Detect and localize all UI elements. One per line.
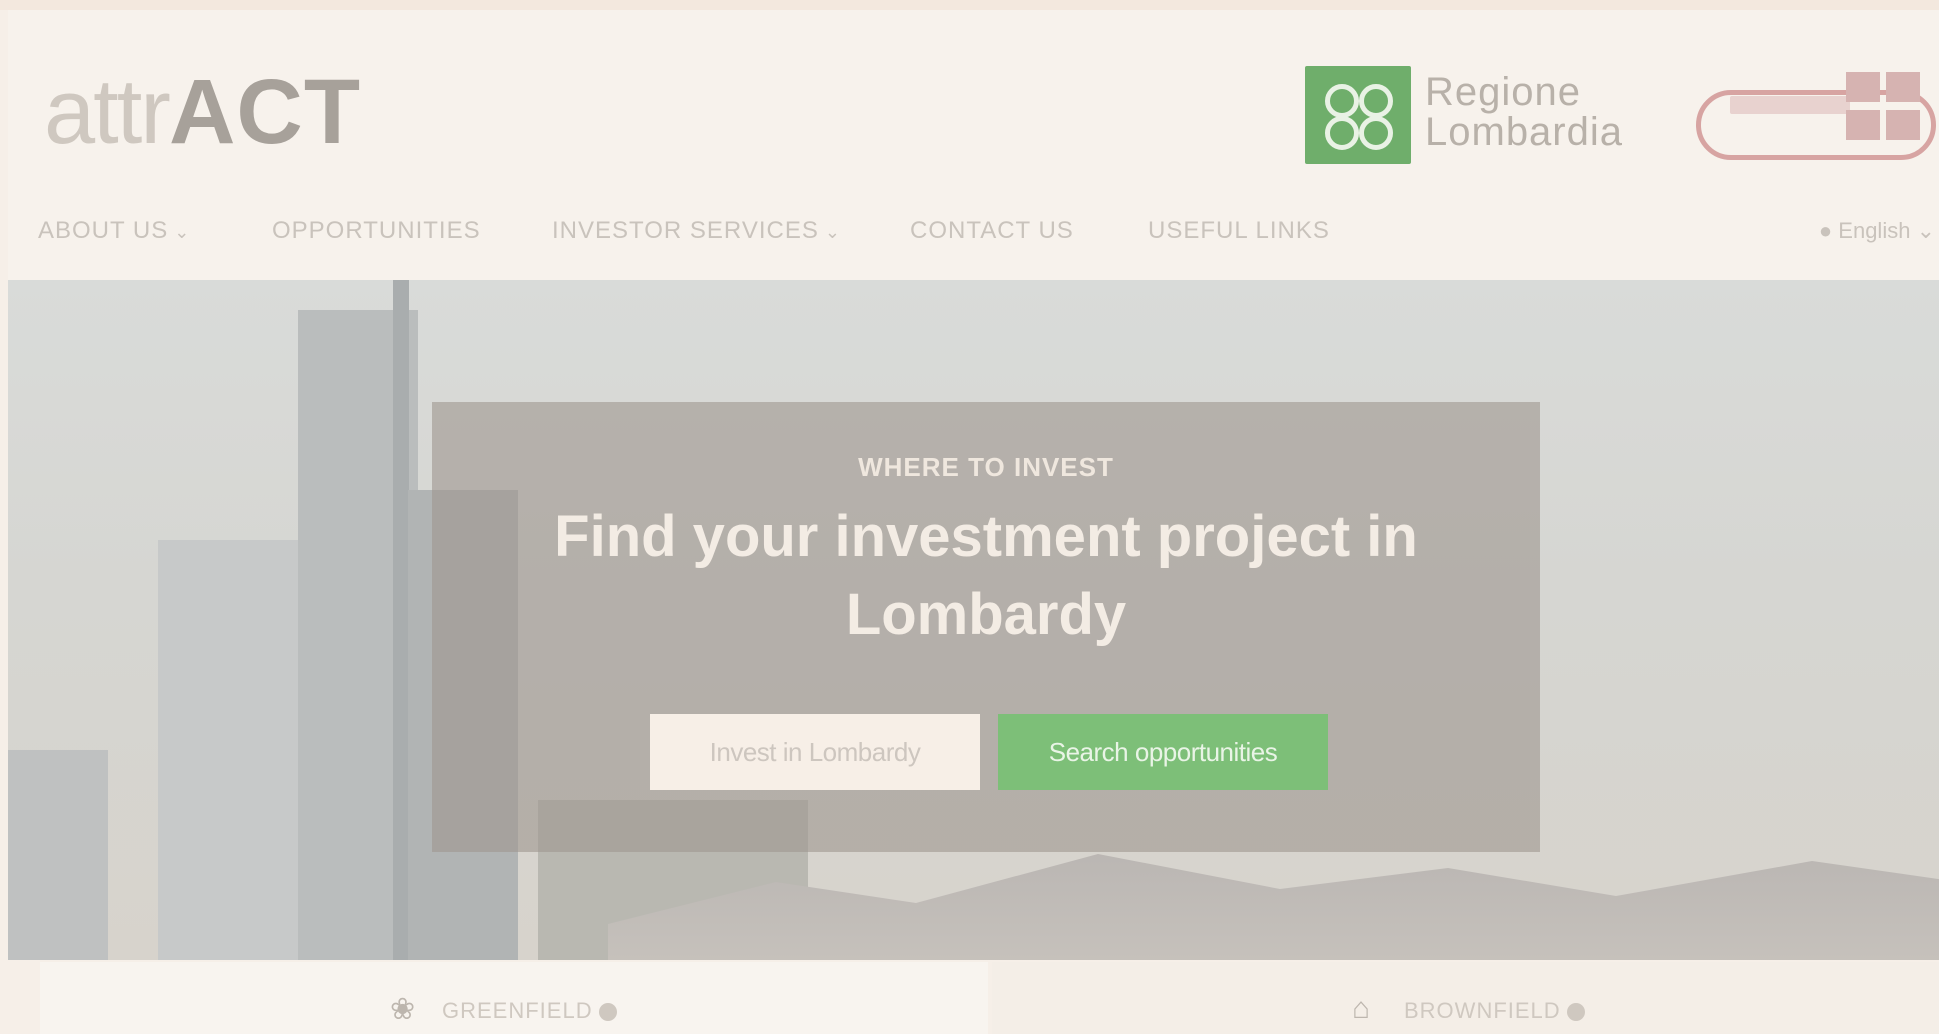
nav-label: USEFUL LINKS (1148, 217, 1330, 244)
top-strip (0, 0, 1939, 10)
language-label: English (1838, 218, 1911, 243)
brownfield-card[interactable]: ⌂ BROWNFIELD (992, 962, 1939, 1034)
chevron-down-icon: ⌄ (174, 222, 191, 242)
chevron-down-icon: ⌄ (1916, 218, 1935, 243)
info-icon[interactable] (598, 1003, 617, 1022)
globe-icon: ● (1818, 218, 1833, 243)
nav-label: INVESTOR SERVICES (552, 217, 819, 244)
nav-opportunities[interactable]: OPPORTUNITIES (272, 218, 481, 244)
logo-bold-text: ACT (168, 61, 362, 163)
logo-light-text: attr (44, 61, 171, 163)
nav-about-us[interactable]: ABOUT US ⌄ (38, 218, 190, 245)
leaf-icon: ❀ (390, 993, 416, 1026)
unioncamere-logo[interactable] (1696, 66, 1939, 160)
unioncamere-text-block (1730, 96, 1850, 114)
regione-lombardia-logo[interactable]: Regione Lombardia (1305, 66, 1657, 166)
hero-eyebrow: WHERE TO INVEST (858, 452, 1114, 482)
unioncamere-square (1886, 110, 1920, 140)
brownfield-label: BROWNFIELD (1404, 998, 1561, 1023)
unioncamere-square (1886, 72, 1920, 102)
nav-contact-us[interactable]: CONTACT US (910, 218, 1074, 244)
greenfield-label: GREENFIELD (442, 998, 593, 1023)
search-opportunities-button[interactable]: Search opportunities (998, 714, 1328, 790)
nav-investor-services[interactable]: INVESTOR SERVICES ⌄ (552, 218, 841, 245)
language-selector[interactable]: ● English ⌄ (1819, 218, 1935, 244)
nav-label: OPPORTUNITIES (272, 217, 481, 244)
nav-useful-links[interactable]: USEFUL LINKS (1148, 218, 1330, 244)
skyline-tower (8, 750, 108, 960)
regione-rose-icon (1305, 66, 1411, 164)
regione-lombardia-text: Regione Lombardia (1425, 70, 1624, 154)
hero-overlay-card: WHERE TO INVEST Find your investment pro… (432, 402, 1540, 852)
attract-logo[interactable]: attrACT (44, 62, 361, 162)
chevron-down-icon: ⌄ (824, 222, 841, 242)
invest-in-lombardy-button[interactable]: Invest in Lombardy (650, 714, 980, 790)
info-icon[interactable] (1566, 1003, 1585, 1022)
unioncamere-square (1846, 110, 1880, 140)
building-icon: ⌂ (1352, 992, 1371, 1025)
nav-label: ABOUT US (38, 217, 169, 244)
unioncamere-square (1846, 72, 1880, 102)
nav-label: CONTACT US (910, 217, 1074, 244)
skyline-tower (393, 280, 409, 960)
main-nav: ABOUT US ⌄ OPPORTUNITIES INVESTOR SERVICE… (8, 200, 1939, 260)
hero-title: Find your investment project in Lombardy (554, 504, 1418, 647)
project-type-cards: ❀ GREENFIELD ⌂ BROWNFIELD (40, 962, 1939, 1034)
greenfield-card[interactable]: ❀ GREENFIELD (40, 962, 988, 1034)
